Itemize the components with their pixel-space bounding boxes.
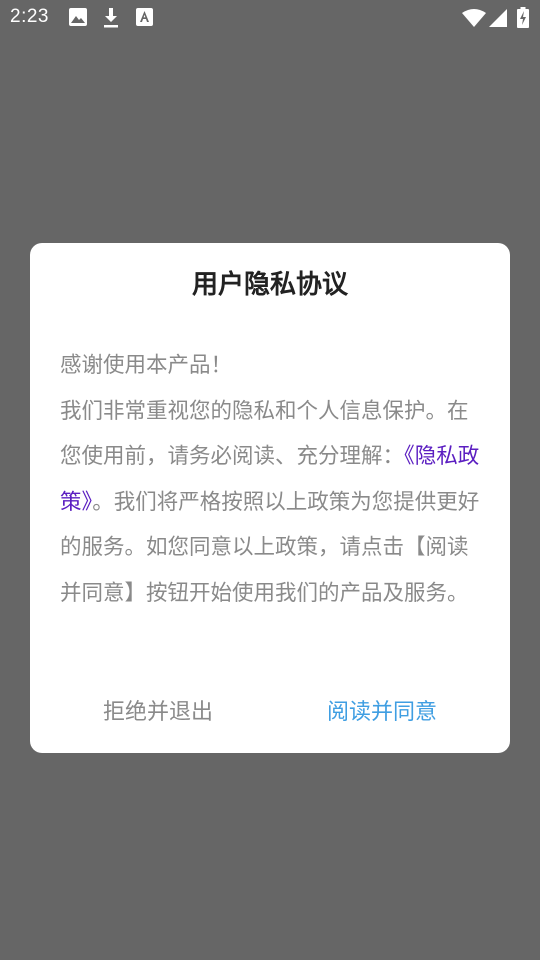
signal-icon bbox=[489, 9, 507, 27]
battery-icon bbox=[517, 7, 529, 28]
status-time: 2:23 bbox=[10, 6, 49, 27]
a-icon bbox=[136, 8, 153, 26]
dialog-title: 用户隐私协议 bbox=[191, 270, 348, 300]
read-and-agree-button[interactable]: 阅读并同意 bbox=[292, 693, 472, 733]
policy-paragraph: 我们非常重视您的隐私和个人信息保护。在您使用前，请务必阅读、充分理解：《隐私政策… bbox=[60, 389, 484, 617]
status-bar: 2:23 bbox=[0, 0, 540, 36]
image-icon bbox=[69, 8, 87, 26]
dialog-body: 感谢使用本产品！ 我们非常重视您的隐私和个人信息保护。在您使用前，请务必阅读、充… bbox=[60, 343, 484, 617]
reject-and-exit-button[interactable]: 拒绝并退出 bbox=[68, 693, 248, 733]
greeting-text: 感谢使用本产品！ bbox=[60, 353, 233, 378]
privacy-dialog: 用户隐私协议 感谢使用本产品！ 我们非常重视您的隐私和个人信息保护。在您使用前，… bbox=[30, 243, 510, 753]
wifi-icon bbox=[462, 9, 486, 27]
policy-detail-text: 。我们将严格按照以上政策为您提供更好的服务。如您同意以上政策，请点击【阅读并同意… bbox=[60, 489, 480, 606]
download-icon bbox=[103, 8, 119, 28]
